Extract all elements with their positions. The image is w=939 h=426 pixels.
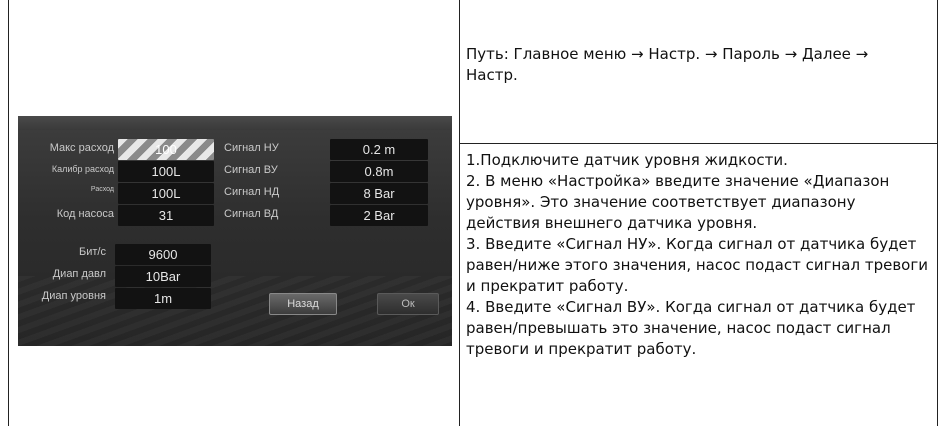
instruction-step-4: 4. Введите «Сигнал ВУ». Когда сигнал от … (466, 298, 916, 358)
high-pressure-signal-label: Сигнал ВД (224, 208, 279, 220)
back-button[interactable]: Назад (269, 293, 337, 315)
max-flow-field[interactable]: 100 (118, 139, 214, 160)
low-level-signal-label: Сигнал НУ (224, 142, 279, 154)
low-level-signal-field[interactable]: 0.2 m (330, 139, 428, 160)
pump-code-label: Код насоса (56, 208, 114, 220)
flow-label: Расход (90, 186, 114, 193)
high-level-signal-field[interactable]: 0.8m (330, 161, 428, 182)
pump-code-field[interactable]: 31 (118, 205, 214, 226)
table-column-divider (459, 0, 460, 426)
low-pressure-signal-field[interactable]: 8 Bar (330, 183, 428, 204)
flow-field[interactable]: 100L (118, 183, 214, 204)
screen-top-bar (18, 116, 452, 130)
menu-path: Путь: Главное меню → Настр. → Пароль → Д… (466, 45, 869, 84)
max-flow-label: Макс расход (49, 142, 114, 154)
flow-calibration-field[interactable]: 100L (118, 161, 214, 182)
low-pressure-signal-label: Сигнал НД (224, 186, 280, 198)
high-pressure-signal-field[interactable]: 2 Bar (330, 205, 428, 226)
level-range-label: Диап уровня (41, 290, 106, 302)
level-range-field[interactable]: 1m (115, 288, 211, 309)
flow-calibration-label: Калибр расход (51, 164, 114, 174)
high-level-signal-label: Сигнал ВУ (224, 164, 278, 176)
table-border-right (937, 0, 938, 426)
table-row-divider (459, 143, 937, 144)
instruction-step-3: 3. Введите «Сигнал НУ». Когда сигнал от … (466, 235, 928, 295)
instruction-step-1: 1.Подключите датчик уровня жидкости. (466, 151, 788, 169)
pressure-range-field[interactable]: 10Bar (115, 266, 211, 287)
table-border-left (8, 0, 9, 426)
ok-button[interactable]: Ок (377, 293, 439, 315)
baud-rate-field[interactable]: 9600 (115, 244, 211, 265)
instructions: 1.Подключите датчик уровня жидкости. 2. … (466, 150, 931, 360)
baud-rate-label: Бит/с (79, 246, 106, 258)
device-settings-screen: Макс расход 100 Калибр расход 100L Расхо… (18, 116, 452, 346)
instruction-step-2: 2. В меню «Настройка» введите значение «… (466, 172, 890, 232)
document-table: Путь: Главное меню → Настр. → Пароль → Д… (0, 0, 939, 426)
pressure-range-label: Диап давл (52, 268, 106, 280)
